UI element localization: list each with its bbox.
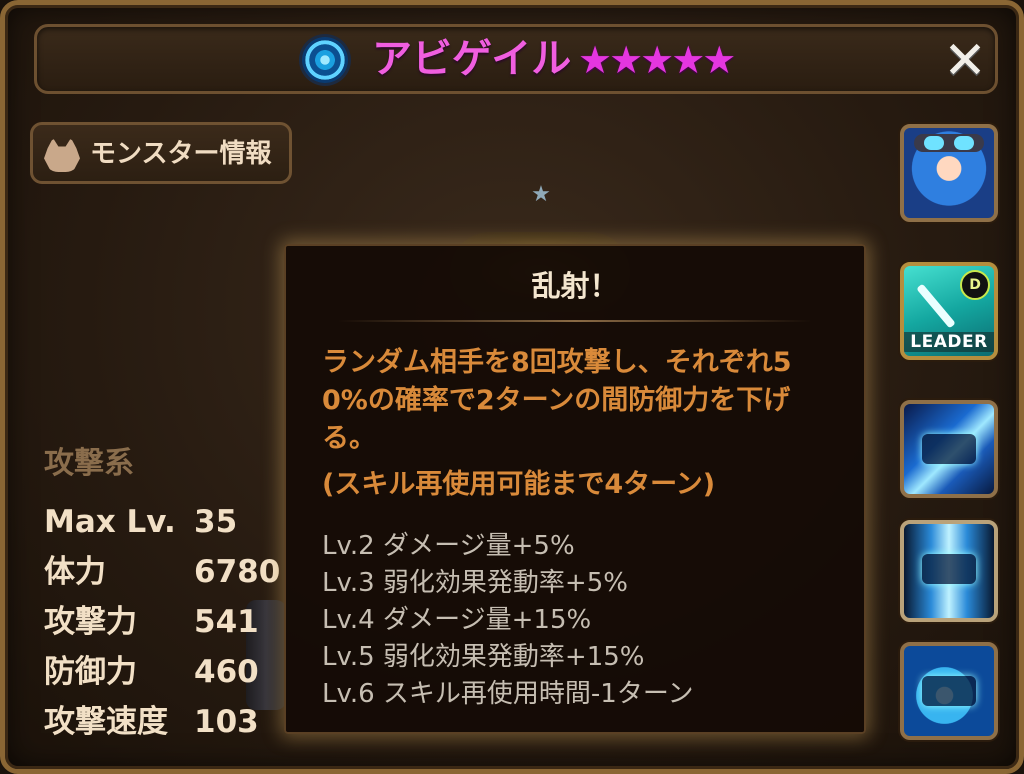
sparkle-star-icon: ★ bbox=[531, 182, 551, 207]
close-x-icon: ✕ bbox=[943, 31, 987, 91]
goggles-graphic bbox=[914, 134, 984, 152]
monster-type-label: 攻撃系 bbox=[44, 446, 134, 481]
stat-value: 103 bbox=[194, 704, 259, 740]
monster-info-label: モンスター情報 bbox=[90, 139, 272, 169]
stat-label: 防御力 bbox=[44, 654, 137, 690]
leader-label: LEADER bbox=[904, 332, 994, 352]
stat-value: 541 bbox=[194, 604, 259, 640]
stat-label: 体力 bbox=[44, 554, 106, 590]
dungeon-badge-icon: D bbox=[960, 270, 990, 300]
tooltip-divider bbox=[338, 320, 812, 322]
sword-icon bbox=[916, 283, 956, 329]
skill-level-line: Lv.5 弱化効果発動率+15% bbox=[322, 642, 645, 672]
skill-1-icon[interactable] bbox=[900, 400, 998, 498]
leader-skill-button[interactable]: D LEADER bbox=[900, 262, 998, 360]
skill-name: 乱射！ bbox=[531, 269, 619, 303]
star-rating: ★★★★★ bbox=[578, 38, 736, 82]
cannon-shot-icon bbox=[922, 434, 976, 464]
skull-cannon-icon bbox=[922, 676, 976, 706]
wind-element-icon bbox=[302, 37, 348, 83]
skill-level-line: Lv.4 ダメージ量+15% bbox=[322, 605, 592, 635]
barrage-icon bbox=[922, 554, 976, 584]
stat-value: 35 bbox=[194, 504, 238, 540]
skill-level-line: Lv.6 スキル再使用時間-1ターン bbox=[322, 679, 694, 709]
stat-label: 攻撃力 bbox=[44, 604, 137, 640]
stat-value: 460 bbox=[194, 654, 259, 690]
close-button[interactable]: ✕ bbox=[940, 35, 990, 87]
skill-level-line: Lv.2 ダメージ量+5% bbox=[322, 531, 575, 561]
skill-description: ランダム相手を8回攻撃し、それぞれ5 0%の確率で2ターンの間防御力を下げ る。 bbox=[322, 347, 792, 454]
monster-name: アビゲイル bbox=[372, 36, 572, 82]
monster-portrait-icon[interactable] bbox=[900, 124, 998, 222]
stat-value: 6780 bbox=[194, 554, 281, 590]
skill-3-icon[interactable] bbox=[900, 642, 998, 740]
skill-cooldown: (スキル再使用可能まで4ターン) bbox=[322, 469, 716, 500]
stat-label: 攻撃速度 bbox=[44, 704, 168, 740]
skill-2-icon[interactable] bbox=[900, 520, 998, 622]
skill-level-line: Lv.3 弱化効果発動率+5% bbox=[322, 568, 628, 598]
stat-label: Max Lv. bbox=[44, 504, 176, 540]
